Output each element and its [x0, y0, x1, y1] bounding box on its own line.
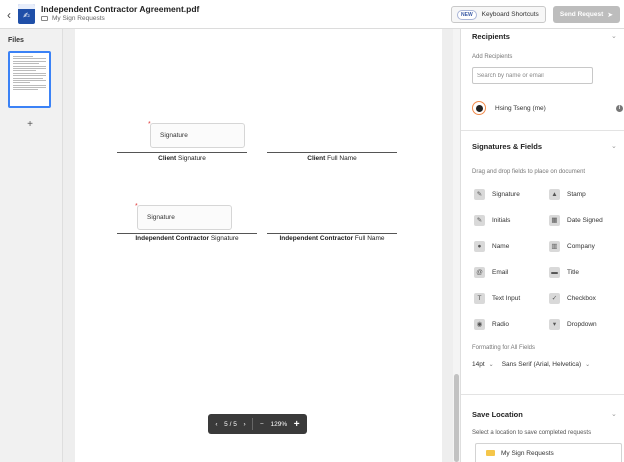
field-date-signed[interactable]: ▦ Date Signed: [549, 215, 603, 226]
font-size-select[interactable]: 14pt: [472, 361, 485, 368]
info-icon[interactable]: i: [616, 104, 623, 112]
save-location-folder[interactable]: My Sign Requests: [475, 443, 622, 462]
right-panel: Recipients ⌄ Add Recipients Hsing Tseng …: [460, 29, 624, 462]
document-title[interactable]: Independent Contractor Agreement.pdf: [41, 4, 199, 14]
fields-title[interactable]: Signatures & Fields: [472, 142, 542, 151]
chevron-down-icon[interactable]: ⌄: [489, 361, 494, 368]
required-marker: *: [135, 203, 138, 210]
keyboard-shortcuts-button[interactable]: NEW Keyboard Shortcuts: [451, 6, 546, 23]
prev-page-button[interactable]: ‹: [215, 421, 217, 428]
add-file-button[interactable]: +: [24, 119, 36, 131]
client-signature-caption: Client Signature: [158, 155, 206, 162]
required-marker: *: [148, 121, 151, 128]
document-page: * Signature Client Signature Client Full…: [75, 29, 442, 462]
text-icon: T: [474, 293, 485, 304]
recipient-row[interactable]: Hsing Tseng (me) i: [472, 100, 623, 116]
field-name[interactable]: ● Name: [474, 241, 509, 252]
folder-name: My Sign Requests: [52, 15, 105, 22]
chevron-down-icon[interactable]: ⌄: [611, 142, 619, 150]
app-header: ‹ ✍ Independent Contractor Agreement.pdf…: [0, 0, 624, 29]
field-dropdown[interactable]: ▾ Dropdown: [549, 319, 597, 330]
person-icon: ●: [474, 241, 485, 252]
formatting-label: Formatting for All Fields: [472, 345, 536, 351]
calendar-icon: ▦: [549, 215, 560, 226]
zoom-out-button[interactable]: −: [260, 421, 264, 428]
stamp-icon: ▲: [549, 189, 560, 200]
field-email[interactable]: @ Email: [474, 267, 508, 278]
field-radio[interactable]: ◉ Radio: [474, 319, 509, 330]
section-divider: [461, 394, 624, 395]
contractor-signature-caption: Independent Contractor Signature: [135, 235, 239, 242]
fields-instructions: Drag and drop fields to place on documen…: [472, 169, 586, 175]
back-button[interactable]: ‹: [3, 8, 15, 22]
field-title[interactable]: ▬ Title: [549, 267, 579, 278]
field-initials[interactable]: ✎ Initials: [474, 215, 510, 226]
canvas-scrollbar[interactable]: [453, 29, 460, 462]
add-recipients-label: Add Recipients: [472, 54, 513, 60]
signature-line: [267, 152, 397, 153]
field-signature[interactable]: ✎ Signature: [474, 189, 520, 200]
signature-line: [267, 233, 397, 234]
recipient-search-input[interactable]: [472, 67, 593, 84]
next-page-button[interactable]: ›: [244, 421, 246, 428]
folder-breadcrumb[interactable]: My Sign Requests: [41, 15, 105, 22]
signature-line: [117, 233, 257, 234]
avatar: [472, 101, 486, 115]
building-icon: ▥: [549, 241, 560, 252]
field-company[interactable]: ▥ Company: [549, 241, 595, 252]
folder-icon: [41, 16, 48, 21]
field-text-input[interactable]: T Text Input: [474, 293, 520, 304]
save-folder-name: My Sign Requests: [501, 449, 554, 457]
signature-field-label: Signature: [147, 214, 175, 221]
recipients-title[interactable]: Recipients: [472, 32, 510, 41]
save-location-title[interactable]: Save Location: [472, 410, 523, 419]
send-request-label: Send Request: [559, 11, 604, 18]
contractor-signature-field[interactable]: * Signature: [135, 203, 232, 230]
chevron-left-icon: ‹: [7, 8, 11, 22]
plus-icon: +: [27, 119, 33, 130]
scrollbar-thumb[interactable]: [454, 374, 459, 462]
radio-icon: ◉: [474, 319, 485, 330]
client-fullname-caption: Client Full Name: [307, 155, 357, 162]
files-panel: Files +: [0, 29, 63, 462]
field-checkbox[interactable]: ✓ Checkbox: [549, 293, 596, 304]
initials-icon: ✎: [474, 215, 485, 226]
signature-field-label: Signature: [160, 132, 188, 139]
recipient-name: Hsing Tseng (me): [495, 104, 546, 112]
checkbox-icon: ✓: [549, 293, 560, 304]
keyboard-shortcuts-label: Keyboard Shortcuts: [481, 11, 539, 18]
toolbar-divider: [252, 418, 254, 430]
save-location-instructions: Select a location to save completed requ…: [472, 430, 592, 436]
zoom-in-button[interactable]: +: [294, 419, 300, 430]
chevron-down-icon[interactable]: ⌄: [585, 361, 590, 368]
dropdown-icon: ▾: [549, 319, 560, 330]
page-thumbnail[interactable]: [8, 51, 51, 108]
contractor-fullname-caption: Independent Contractor Full Name: [279, 235, 385, 242]
chevron-down-icon[interactable]: ⌄: [611, 410, 619, 418]
document-type-icon: ✍: [18, 4, 35, 24]
at-icon: @: [474, 267, 485, 278]
font-family-select[interactable]: Sans Serif (Arial, Helvetica): [502, 361, 581, 368]
paper-plane-icon: ➤: [607, 11, 614, 19]
field-stamp[interactable]: ▲ Stamp: [549, 189, 586, 200]
document-canvas: * Signature Client Signature Client Full…: [63, 29, 453, 462]
id-card-icon: ▬: [549, 267, 560, 278]
signature-icon: ✎: [474, 189, 485, 200]
files-label: Files: [8, 37, 24, 44]
folder-icon: [486, 450, 495, 456]
new-badge: NEW: [457, 9, 477, 20]
signature-line: [117, 152, 247, 153]
client-signature-field[interactable]: * Signature: [148, 121, 245, 148]
chevron-down-icon[interactable]: ⌄: [611, 32, 619, 40]
formatting-row: 14pt ⌄ Sans Serif (Arial, Helvetica) ⌄: [472, 361, 598, 368]
zoom-level: 129%: [270, 420, 288, 428]
zoom-toolbar: ‹ 5 / 5 › − 129% +: [208, 414, 307, 434]
send-request-button[interactable]: Send Request ➤: [553, 6, 620, 23]
section-divider: [461, 130, 624, 131]
page-indicator: 5 / 5: [224, 420, 237, 428]
